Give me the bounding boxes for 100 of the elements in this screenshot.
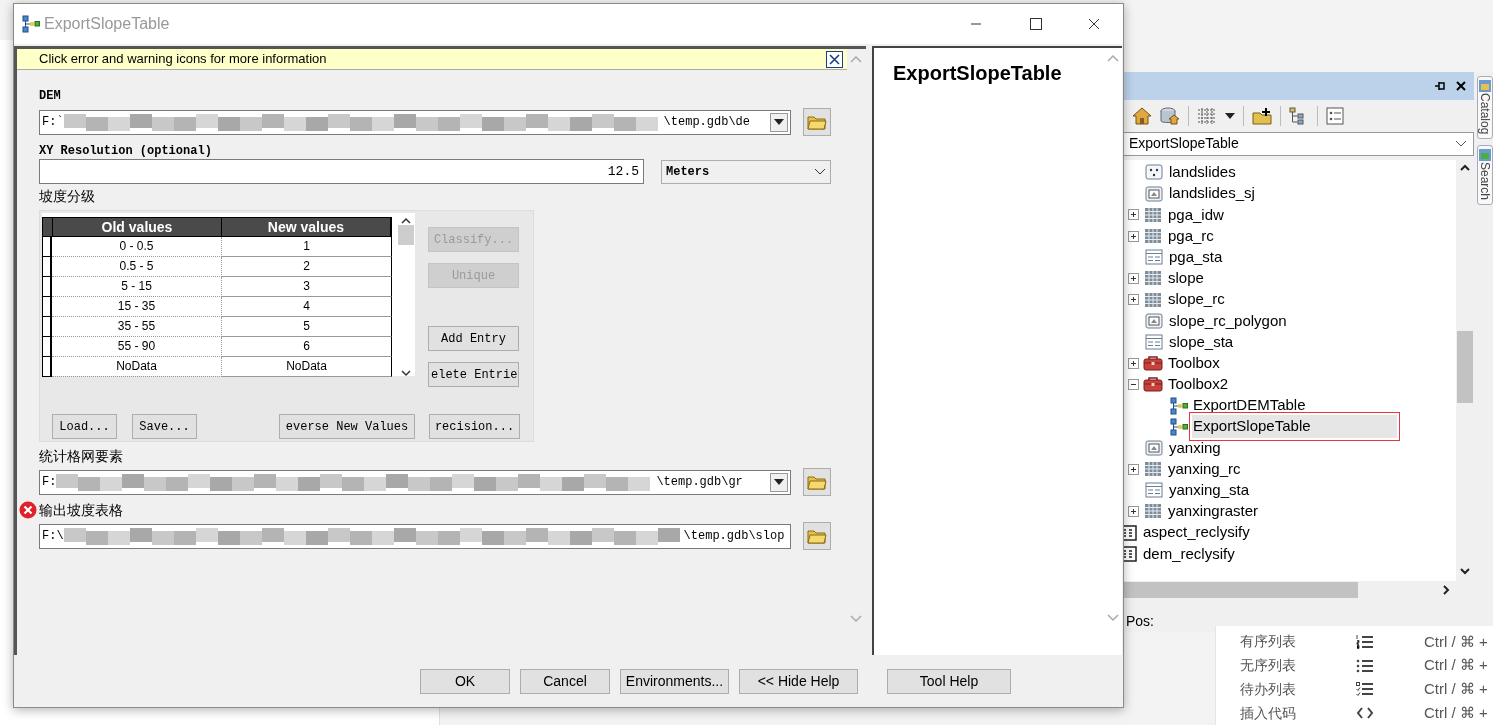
expand-icon[interactable] bbox=[1128, 230, 1139, 242]
dialog-button[interactable]: OK bbox=[420, 668, 510, 694]
browse-button[interactable] bbox=[803, 522, 831, 550]
menu-item[interactable]: 插入代码 bbox=[1216, 702, 1356, 724]
tree-item[interactable]: slope_sta bbox=[1168, 330, 1235, 354]
dropdown-button[interactable] bbox=[770, 472, 788, 492]
table-tool-button[interactable]: Add Entry bbox=[428, 326, 519, 351]
tree-item[interactable]: pga_sta bbox=[1168, 245, 1224, 269]
browse-button[interactable] bbox=[803, 108, 831, 136]
expand-icon[interactable] bbox=[1128, 463, 1139, 475]
menu-item[interactable]: 待办列表 bbox=[1216, 678, 1356, 700]
close-icon[interactable] bbox=[826, 50, 843, 68]
database-home-icon[interactable] bbox=[1160, 106, 1180, 125]
row-selector[interactable] bbox=[42, 257, 52, 277]
menu-item[interactable]: 无序列表 bbox=[1216, 655, 1356, 677]
row-selector[interactable] bbox=[42, 237, 52, 257]
dialog-button[interactable]: << Hide Help bbox=[739, 668, 858, 694]
tree-item[interactable]: pga_idw bbox=[1167, 203, 1225, 227]
tree-item[interactable]: yanxingraster bbox=[1167, 500, 1260, 523]
tree-item[interactable]: landslides_sj bbox=[1168, 182, 1256, 205]
menu-item[interactable]: 有序列表 bbox=[1216, 631, 1356, 653]
expand-icon[interactable] bbox=[1128, 357, 1139, 369]
expand-icon[interactable] bbox=[1128, 505, 1139, 517]
details-list-icon[interactable] bbox=[1326, 106, 1344, 125]
table-cell[interactable]: 2 bbox=[222, 257, 392, 277]
table-view-icon[interactable] bbox=[1197, 106, 1217, 125]
close-icon[interactable] bbox=[1088, 18, 1100, 30]
shortcut-text: Ctrl / ⌘ + bbox=[1424, 631, 1488, 652]
error-icon[interactable] bbox=[19, 501, 37, 519]
table-tool-button[interactable]: Save... bbox=[132, 414, 197, 439]
parameter-label: XY Resolution (optional) bbox=[39, 143, 213, 158]
maximize-icon[interactable] bbox=[1030, 18, 1042, 30]
table-cell[interactable]: 4 bbox=[222, 297, 392, 317]
path-field[interactable]: F:` \temp.gdb\de bbox=[39, 109, 791, 135]
polygon-layer-icon bbox=[1144, 311, 1164, 330]
table-cell[interactable]: 0 - 0.5 bbox=[52, 237, 222, 257]
tree-item[interactable]: dem_reclysify bbox=[1142, 542, 1236, 566]
tree-item[interactable]: aspect_reclysify bbox=[1142, 521, 1251, 544]
scrollbar-thumb[interactable] bbox=[1457, 330, 1473, 403]
tree-item[interactable]: landslides bbox=[1168, 161, 1237, 184]
row-selector[interactable] bbox=[42, 357, 52, 377]
resolution-field[interactable]: 12.5 bbox=[39, 159, 644, 184]
tree-item[interactable]: yanxing_rc bbox=[1167, 457, 1242, 481]
pin-icon[interactable] bbox=[1434, 80, 1446, 91]
table-tool-button[interactable]: recision... bbox=[429, 414, 520, 439]
unit-dropdown[interactable]: Meters bbox=[661, 159, 831, 184]
table-cell[interactable]: 55 - 90 bbox=[52, 337, 222, 357]
table-cell[interactable]: 15 - 35 bbox=[52, 297, 222, 317]
table-cell[interactable]: 5 - 15 bbox=[52, 277, 222, 297]
scroll-up-icon[interactable] bbox=[401, 217, 411, 225]
shortcut-text: Ctrl / ⌘ + bbox=[1424, 655, 1488, 676]
table-cell[interactable]: 5 bbox=[222, 317, 392, 337]
browse-button[interactable] bbox=[803, 468, 831, 496]
tree-item[interactable]: slope bbox=[1167, 267, 1205, 290]
table-cell[interactable]: NoData bbox=[222, 357, 392, 377]
add-connection-icon[interactable] bbox=[1252, 106, 1272, 125]
dialog-button[interactable]: Cancel bbox=[520, 668, 610, 694]
tree-item[interactable]: Toolbox2 bbox=[1167, 373, 1230, 396]
close-icon[interactable] bbox=[1456, 80, 1466, 91]
row-selector[interactable] bbox=[42, 337, 52, 357]
scroll-up-icon[interactable] bbox=[1460, 163, 1470, 171]
path-field[interactable]: F:\ \temp.gdb\slop bbox=[39, 523, 791, 549]
shortcut-text: Ctrl / ⌘ + bbox=[1424, 679, 1488, 700]
path-field[interactable]: F: \temp.gdb\gr bbox=[39, 469, 791, 495]
table-cell[interactable]: NoData bbox=[52, 357, 222, 377]
column-header: New values bbox=[222, 218, 391, 236]
table-cell[interactable]: 35 - 55 bbox=[52, 317, 222, 337]
table-icon bbox=[1144, 332, 1164, 351]
dialog-button[interactable]: Tool Help bbox=[887, 668, 1011, 694]
tree-item[interactable]: yanxing bbox=[1168, 436, 1222, 460]
table-cell[interactable]: 6 bbox=[222, 337, 392, 357]
table-tool-button[interactable]: elete Entrie bbox=[428, 362, 519, 387]
tree-item[interactable]: ExportDEMTable bbox=[1192, 394, 1307, 417]
home-icon[interactable] bbox=[1132, 106, 1152, 125]
expand-icon[interactable] bbox=[1128, 294, 1139, 306]
tree-item[interactable]: slope_rc_polygon bbox=[1168, 309, 1288, 332]
table-tool-button[interactable]: everse New Values bbox=[279, 414, 415, 439]
side-tab[interactable]: Search bbox=[1477, 145, 1493, 206]
table-cell[interactable]: 0.5 - 5 bbox=[52, 257, 222, 277]
row-selector[interactable] bbox=[42, 297, 52, 317]
expand-icon[interactable] bbox=[1128, 209, 1139, 221]
side-tab[interactable]: Catalog bbox=[1477, 76, 1493, 140]
tree-item[interactable]: Toolbox bbox=[1167, 351, 1221, 375]
scroll-right-icon[interactable] bbox=[1443, 585, 1450, 596]
tree-item[interactable]: yanxing_sta bbox=[1168, 479, 1251, 502]
row-selector[interactable] bbox=[42, 317, 52, 337]
table-tool-button[interactable]: Load... bbox=[52, 414, 117, 439]
tree-item[interactable]: ExportSlopeTable bbox=[1192, 415, 1397, 438]
collapse-icon[interactable] bbox=[1128, 378, 1139, 390]
scroll-down-icon[interactable] bbox=[1460, 568, 1470, 576]
expand-icon[interactable] bbox=[1128, 272, 1139, 284]
scrollbar-thumb[interactable] bbox=[398, 225, 414, 245]
row-selector[interactable] bbox=[42, 277, 52, 297]
tree-item[interactable]: slope_rc bbox=[1167, 288, 1226, 311]
table-cell[interactable]: 3 bbox=[222, 277, 392, 297]
dropdown-button[interactable] bbox=[770, 112, 788, 132]
tree-item[interactable]: pga_rc bbox=[1167, 224, 1215, 248]
table-cell[interactable]: 1 bbox=[222, 237, 392, 257]
scroll-down-icon[interactable] bbox=[401, 369, 411, 377]
dialog-button[interactable]: Environments... bbox=[620, 668, 729, 694]
